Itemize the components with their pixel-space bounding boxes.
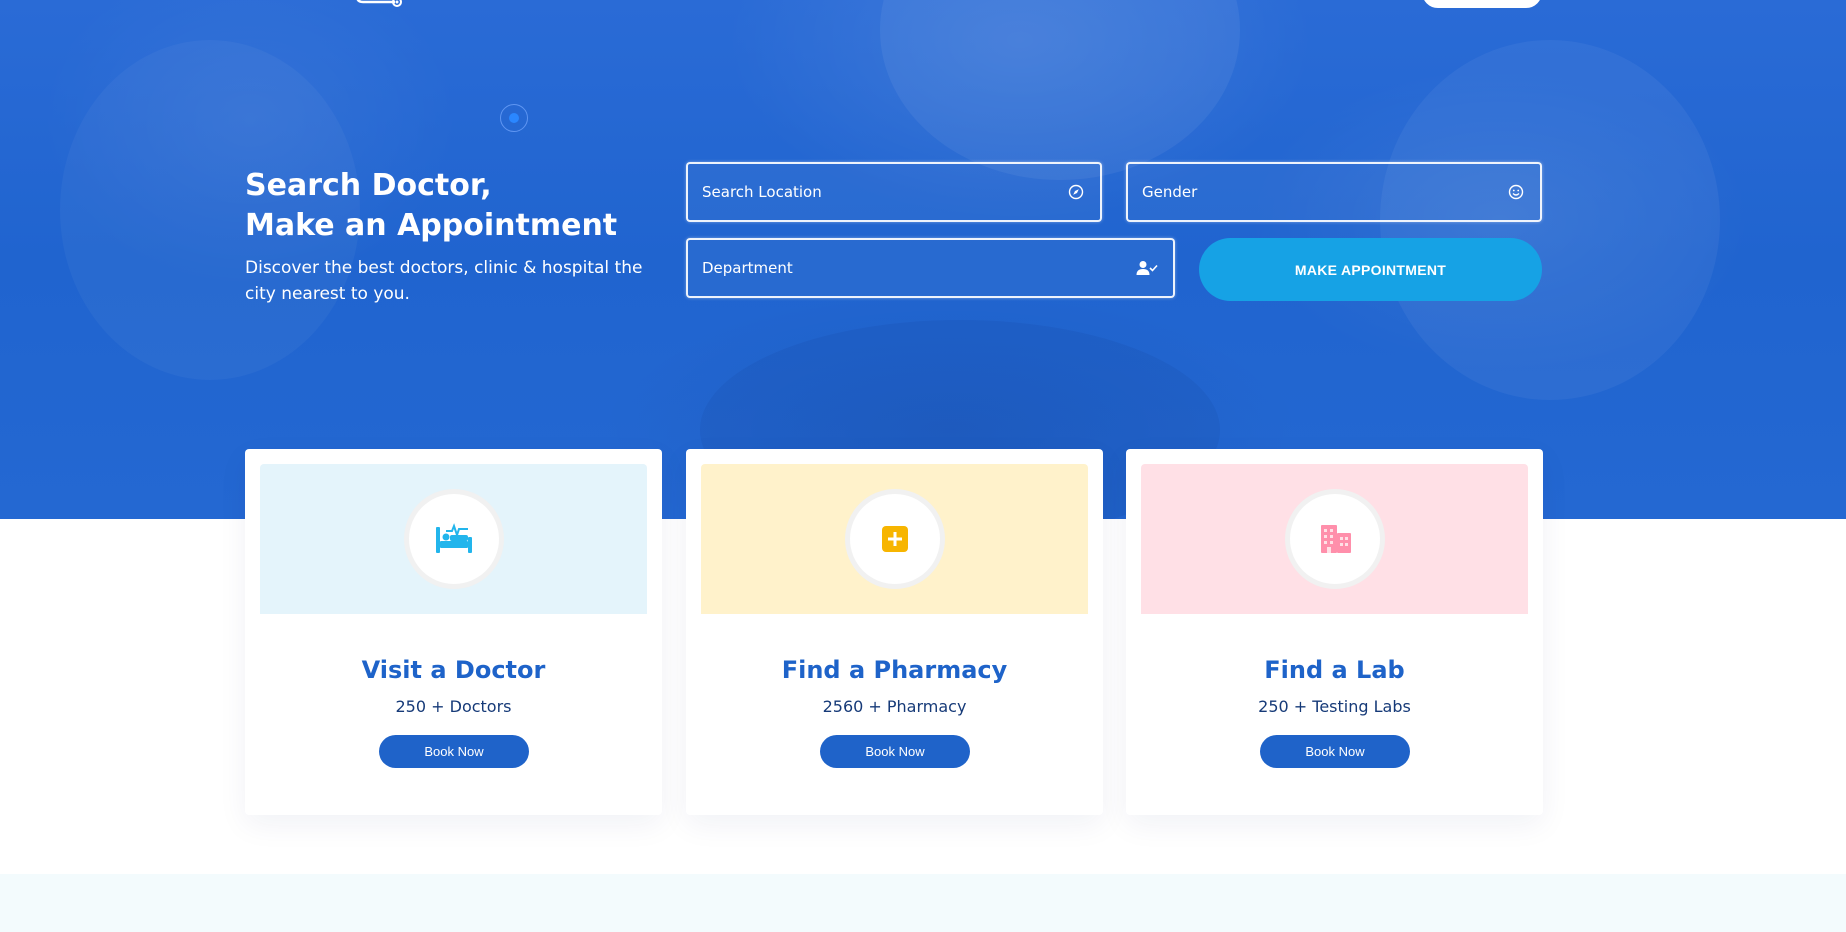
gender-input[interactable]: Gender: [1142, 183, 1506, 201]
card-title: Visit a Doctor: [361, 656, 546, 684]
card-count: 250 + Doctors: [395, 697, 512, 716]
book-now-button[interactable]: Book Now: [379, 735, 529, 768]
hero-background-shape: [880, 0, 1240, 180]
search-location-field[interactable]: Search Location: [686, 162, 1102, 222]
pharmacy-plus-icon: [882, 526, 908, 552]
card-count: 250 + Testing Labs: [1258, 697, 1411, 716]
service-card-lab: Find a Lab 250 + Testing Labs Book Now: [1126, 449, 1543, 815]
card-title: Find a Pharmacy: [781, 656, 1008, 684]
hero-section: Search Doctor, Make an Appointment Disco…: [0, 0, 1846, 519]
gender-field[interactable]: Gender: [1126, 162, 1542, 222]
card-title: Find a Lab: [1264, 656, 1405, 684]
hero-subtitle: Discover the best doctors, clinic & hosp…: [245, 258, 643, 304]
service-card-pharmacy: Find a Pharmacy 2560 + Pharmacy Book Now: [686, 449, 1103, 815]
department-field[interactable]: Department: [686, 238, 1175, 298]
card-banner: [260, 464, 647, 614]
hero-title: Search Doctor, Make an Appointment: [245, 166, 665, 246]
card-count: 2560 + Pharmacy: [822, 697, 967, 716]
compass-icon: [1066, 182, 1086, 202]
book-now-button[interactable]: Book Now: [1260, 735, 1410, 768]
hospital-bed-icon: [436, 523, 472, 553]
next-section-background: [0, 874, 1846, 932]
card-banner: [701, 464, 1088, 614]
card-icon-circle: [404, 489, 504, 589]
make-appointment-button[interactable]: MAKE APPOINTMENT: [1199, 238, 1542, 301]
user-check-icon: [1135, 258, 1159, 278]
logo-icon[interactable]: [355, 0, 403, 10]
department-input[interactable]: Department: [702, 259, 1135, 277]
hero-title-line-1: Search Doctor,: [245, 168, 492, 203]
card-icon-circle: [1285, 489, 1385, 589]
lab-building-icon: [1321, 525, 1351, 553]
carousel-indicator[interactable]: [500, 104, 528, 132]
book-now-button[interactable]: Book Now: [820, 735, 970, 768]
header-action-button[interactable]: [1422, 0, 1542, 8]
smiley-icon: [1506, 182, 1526, 202]
card-banner: [1141, 464, 1528, 614]
hero-title-line-2: Make an Appointment: [245, 208, 618, 243]
service-card-doctor: Visit a Doctor 250 + Doctors Book Now: [245, 449, 662, 815]
search-location-input[interactable]: Search Location: [702, 183, 1066, 201]
card-icon-circle: [845, 489, 945, 589]
